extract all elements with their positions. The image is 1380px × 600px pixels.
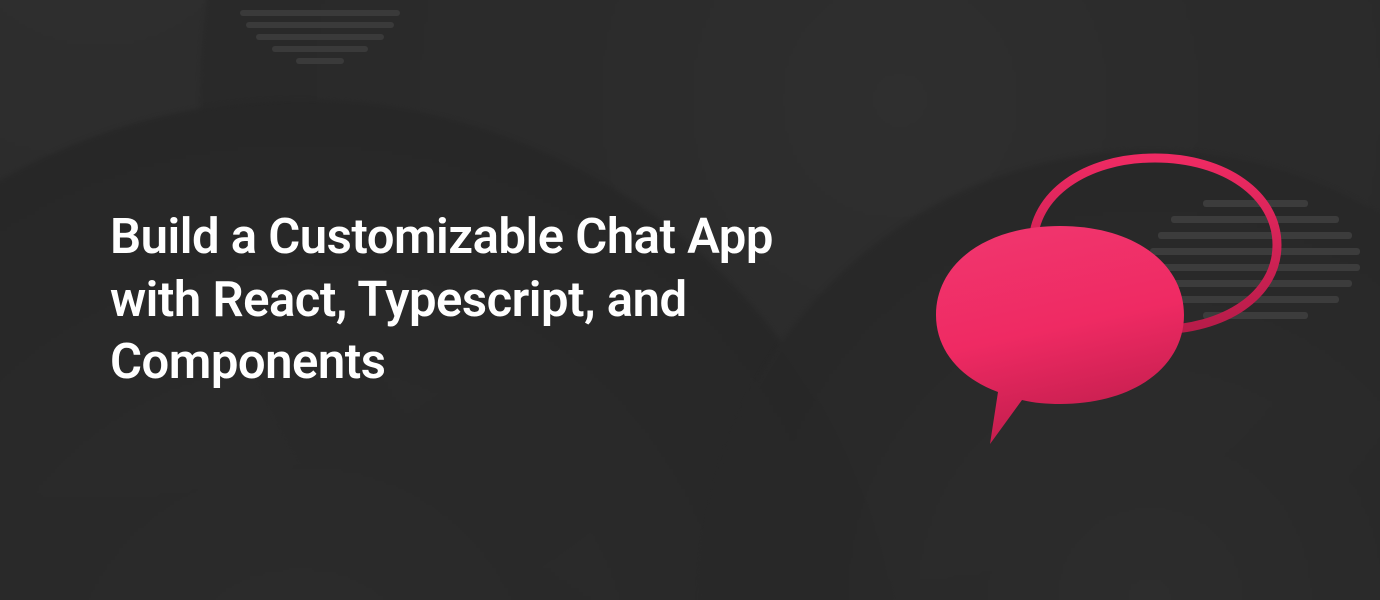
chat-bubble-filled-icon [930, 220, 1190, 450]
hero-title: Build a Customizable Chat App with React… [110, 206, 870, 394]
hero: Build a Customizable Chat App with React… [0, 0, 1380, 600]
chat-bubbles-illustration [930, 150, 1270, 450]
